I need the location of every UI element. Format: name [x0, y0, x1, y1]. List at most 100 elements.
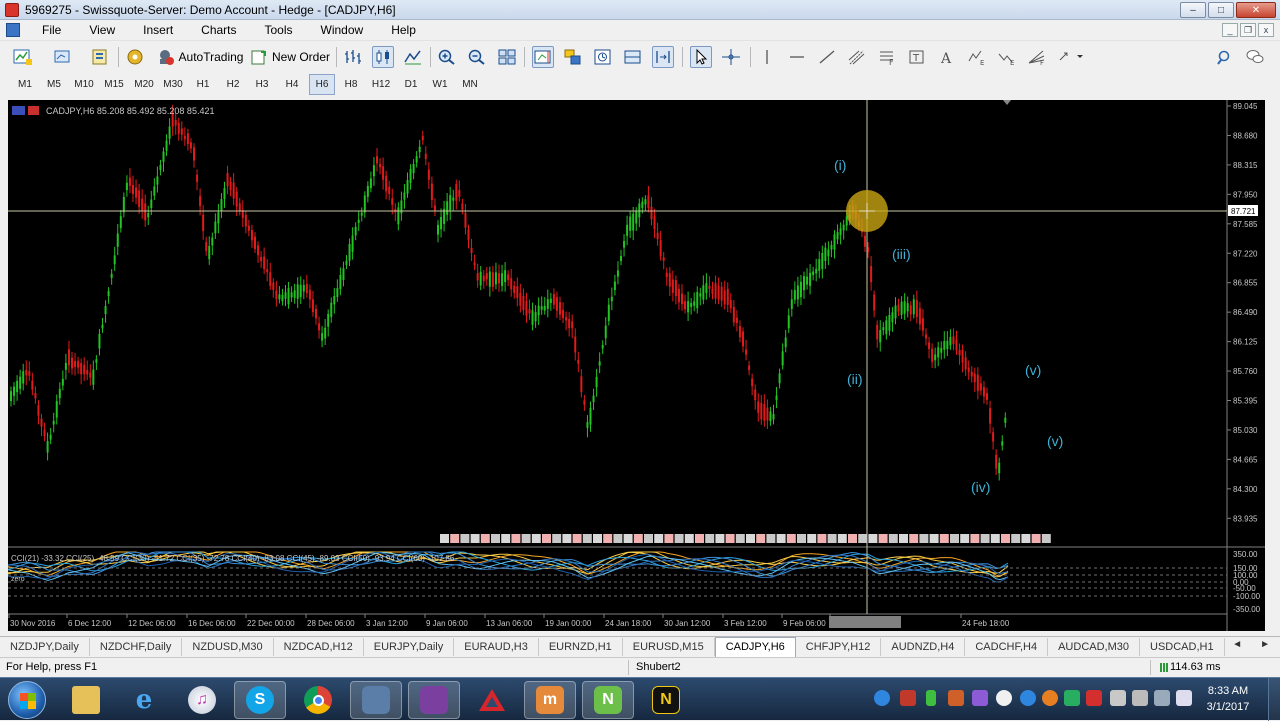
profiles-icon[interactable] [52, 46, 74, 68]
timeframe-m30[interactable]: M30 [160, 74, 186, 95]
pen-tray-icon[interactable] [972, 690, 988, 706]
new-order-button[interactable]: New Order [250, 46, 330, 68]
tab-cadchf-h4[interactable]: CADCHF,H4 [965, 637, 1049, 656]
vertical-line-icon[interactable] [756, 46, 778, 68]
taskbar-file-explorer[interactable] [60, 681, 112, 719]
menu-view[interactable]: View [75, 23, 129, 37]
tab-audcad-m30[interactable]: AUDCAD,M30 [1048, 637, 1140, 656]
timeframe-h8[interactable]: H8 [338, 74, 364, 95]
tab-usdcad-h1[interactable]: USDCAD,H1 [1140, 637, 1225, 656]
tab-nzdcad-h12[interactable]: NZDCAD,H12 [274, 637, 364, 656]
taskbar-network-app[interactable] [350, 681, 402, 719]
app-tray-icon[interactable] [900, 690, 916, 706]
candlestick-chart-icon[interactable] [372, 46, 394, 68]
timeframe-h12[interactable]: H12 [368, 74, 394, 95]
menu-file[interactable]: File [28, 23, 75, 37]
close-button[interactable]: ✕ [1236, 2, 1276, 18]
tab-nzdusd-m30[interactable]: NZDUSD,M30 [182, 637, 274, 656]
timeframe-m20[interactable]: M20 [131, 74, 157, 95]
show-desktop-button[interactable] [1268, 678, 1280, 721]
chart-restore-button[interactable]: ❐ [1240, 23, 1256, 37]
tab-eurnzd-h1[interactable]: EURNZD,H1 [539, 637, 623, 656]
tab-scroll-right-icon[interactable]: ► [1260, 639, 1270, 650]
device-tray-icon[interactable] [1132, 690, 1148, 706]
taskbar-red-arrow-app[interactable] [466, 681, 518, 719]
chart-close-button[interactable]: x [1258, 23, 1274, 37]
horizontal-line-icon[interactable] [786, 46, 808, 68]
cursor-icon[interactable] [690, 46, 712, 68]
timeframe-m1[interactable]: M1 [12, 74, 38, 95]
taskbar-itunes[interactable]: ♫ [176, 681, 228, 719]
equidistant-channel-icon[interactable] [846, 46, 868, 68]
tab-scroll-left-icon[interactable]: ◄ [1232, 639, 1242, 650]
timeframe-h2[interactable]: H2 [220, 74, 246, 95]
arrows-dropdown-icon[interactable] [1056, 46, 1086, 68]
elliott-correction-icon[interactable]: E [996, 46, 1018, 68]
timeframe-h1[interactable]: H1 [190, 74, 216, 95]
menu-insert[interactable]: Insert [129, 23, 187, 37]
templates-icon[interactable] [562, 46, 584, 68]
tab-audnzd-h4[interactable]: AUDNZD,H4 [881, 637, 966, 656]
minimize-button[interactable]: – [1180, 2, 1206, 18]
timeframe-w1[interactable]: W1 [427, 74, 453, 95]
timeframe-m5[interactable]: M5 [41, 74, 67, 95]
fibonacci-fan-icon[interactable]: F [1026, 46, 1048, 68]
line-chart-icon[interactable] [402, 46, 424, 68]
indicators-window-icon[interactable] [622, 46, 644, 68]
menu-tools[interactable]: Tools [251, 23, 307, 37]
menu-charts[interactable]: Charts [187, 23, 250, 37]
antivirus-tray-icon[interactable] [1086, 690, 1102, 706]
tab-euraud-h3[interactable]: EURAUD,H3 [454, 637, 539, 656]
autoscroll-icon[interactable] [652, 46, 674, 68]
bar-chart-icon[interactable] [342, 46, 364, 68]
taskbar-ninjatrader[interactable]: N [582, 681, 634, 719]
taskbar-metatrader[interactable]: m [524, 681, 576, 719]
timeframe-h4[interactable]: H4 [279, 74, 305, 95]
help-tray-icon[interactable] [874, 690, 890, 706]
periods-icon[interactable] [592, 46, 614, 68]
location-tray-icon[interactable] [1042, 690, 1058, 706]
timeframe-m15[interactable]: M15 [101, 74, 127, 95]
menu-help[interactable]: Help [377, 23, 430, 37]
timeframe-m10[interactable]: M10 [71, 74, 97, 95]
market-watch-icon[interactable] [90, 46, 112, 68]
tab-eurjpy-daily[interactable]: EURJPY,Daily [364, 637, 455, 656]
trendline-icon[interactable] [816, 46, 838, 68]
taskbar-video-app[interactable] [408, 681, 460, 719]
network-tray-icon[interactable] [1154, 690, 1170, 706]
maximize-button[interactable]: □ [1208, 2, 1234, 18]
chart-shift-marker-icon[interactable] [1003, 100, 1011, 105]
timeframe-h6[interactable]: H6 [309, 74, 335, 95]
tab-eurusd-m15[interactable]: EURUSD,M15 [623, 637, 715, 656]
tab-nzdjpy-daily[interactable]: NZDJPY,Daily [0, 637, 90, 656]
green-tray-icon[interactable] [1064, 690, 1080, 706]
timeframe-h3[interactable]: H3 [249, 74, 275, 95]
elliott-impulse-icon[interactable]: E [966, 46, 988, 68]
start-button[interactable] [8, 681, 46, 719]
chart-shift-icon[interactable] [532, 46, 554, 68]
chart-window-icon[interactable] [6, 23, 20, 37]
taskbar-trading-app[interactable]: N [640, 681, 692, 719]
taskbar-skype[interactable]: S [234, 681, 286, 719]
clock-tray-icon[interactable] [996, 690, 1012, 706]
battery-tray-icon[interactable] [926, 690, 936, 706]
taskbar-chrome[interactable] [292, 681, 344, 719]
menu-window[interactable]: Window [307, 23, 378, 37]
zoom-in-icon[interactable] [436, 46, 458, 68]
status-profile[interactable]: Shubert2 [636, 661, 681, 673]
text-icon[interactable]: T [906, 46, 928, 68]
tab-nzdchf-daily[interactable]: NZDCHF,Daily [90, 637, 183, 656]
timeframe-d1[interactable]: D1 [398, 74, 424, 95]
tab-chfjpy-h12[interactable]: CHFJPY,H12 [796, 637, 882, 656]
volume-tray-icon[interactable] [1176, 690, 1192, 706]
tab-cadjpy-h6[interactable]: CADJPY,H6 [714, 636, 796, 657]
text-label-icon[interactable]: A [936, 46, 958, 68]
new-chart-icon[interactable] [12, 46, 34, 68]
chart-window[interactable]: CADJPY,H6 85.208 85.492 85.208 85.421 89… [8, 100, 1265, 631]
fibonacci-icon[interactable]: F [876, 46, 898, 68]
chat-icon[interactable] [1244, 46, 1266, 68]
clock[interactable]: 8:33 AM 3/1/2017 [1196, 683, 1260, 715]
status-connection[interactable]: 114.63 ms [1170, 661, 1221, 673]
price-chart[interactable]: CADJPY,H6 85.208 85.492 85.208 85.421 89… [8, 100, 1265, 631]
tools-tray-icon[interactable] [948, 690, 964, 706]
